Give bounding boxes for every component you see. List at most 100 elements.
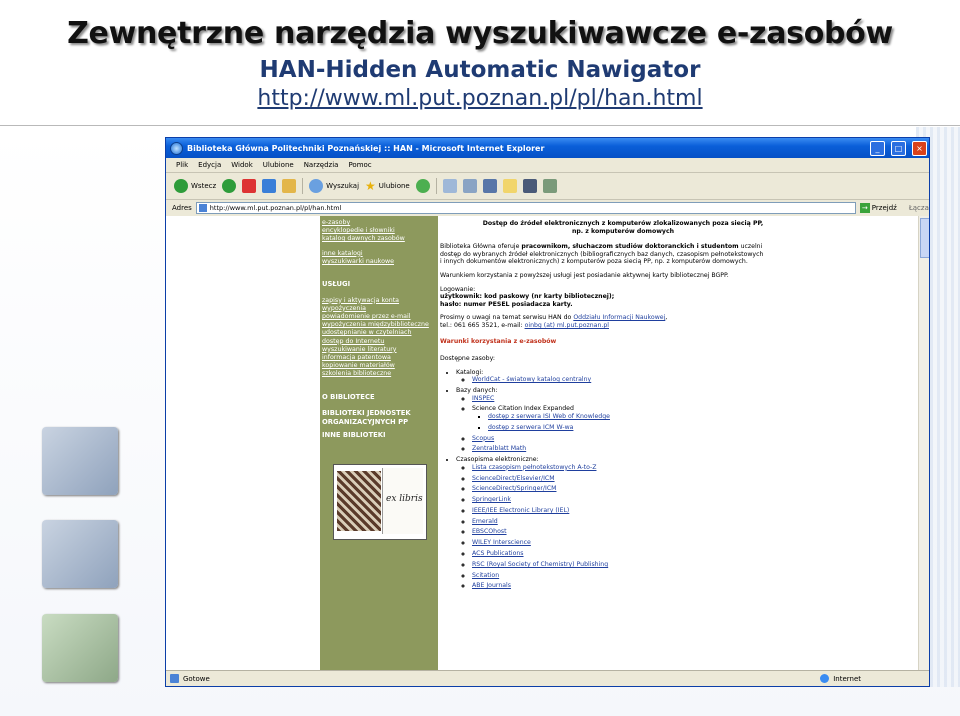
journal-link[interactable]: SpringerLink [472,496,511,503]
inspec-link[interactable]: INSPEC [472,395,494,402]
sidebar-link[interactable]: katalog dawnych zasobów [320,235,438,243]
status-bar: Gotowe Internet [166,670,929,686]
exlibris-text: ex libris [386,494,423,504]
journal-link[interactable]: EBSCOhost [472,528,507,535]
slide-subtitle: HAN-Hidden Automatic Nawigator [259,57,701,83]
page-status-icon [170,674,179,683]
links-button[interactable]: Łącza [909,204,929,212]
slide-title: Zewnętrzne narzędzia wyszukiwawcze e-zas… [67,16,893,51]
favorites-label: Ulubione [378,182,410,190]
sidebar-link[interactable]: udostępnianie w czytelniach [320,329,438,337]
scrollbar-thumb[interactable] [920,218,929,258]
databases-label: Bazy danych: [456,387,498,395]
search-label: Wyszukaj [326,182,360,190]
list-item: Lista czasopism pełnotekstowych A-to-Z [472,464,766,472]
sidebar-header-biblioteki-jednostek[interactable]: BIBLIOTEKI JEDNOSTEK ORGANIZACYJNYCH PP [320,409,432,426]
window-title: Biblioteka Główna Politechniki Poznański… [187,143,545,153]
list-item: INSPEC [472,395,766,403]
sidebar-link[interactable]: powiadomienie przez e-mail [320,313,438,321]
journal-link[interactable]: WILEY Interscience [472,539,531,546]
messenger-icon[interactable] [542,179,557,193]
browser-titlebar: Biblioteka Główna Politechniki Poznański… [166,138,929,158]
journal-link[interactable]: Lista czasopism pełnotekstowych A-to-Z [472,464,596,471]
menu-widok[interactable]: Widok [231,161,253,169]
list-item: Scopus [472,435,766,443]
terms-paragraph: Warunki korzystania z e-zasobów [440,338,766,346]
sidebar-link[interactable]: wyszukiwarki naukowe [320,258,438,266]
address-label: Adres [172,204,192,212]
list-item: dostęp z serwera ISI Web of Knowledge [488,413,766,421]
list-item: Zentralblatt Math [472,445,766,453]
decorative-tile [42,614,118,682]
contact-email-link[interactable]: oinbg (at) ml.put.poznan.pl [525,322,609,329]
sidebar-header-inne-biblioteki[interactable]: INNE BIBLIOTEKI [320,431,438,440]
sci-isi-link[interactable]: dostęp z serwera ISI Web of Knowledge [488,413,610,420]
zentralblatt-link[interactable]: Zentralblatt Math [472,445,526,452]
sidebar-link[interactable]: dostęp do Internetu [320,338,438,346]
favorites-button[interactable]: ★ Ulubione [365,179,410,193]
menu-edycja[interactable]: Edycja [198,161,221,169]
sidebar-link[interactable]: wypożyczenia międzybiblioteczne [320,321,438,329]
search-button[interactable]: Wyszukaj [309,179,359,193]
journal-link[interactable]: Scitation [472,572,499,579]
sidebar-link[interactable]: zapisy i aktywacja konta [320,297,438,305]
login-label: Logowanie: [440,285,476,293]
journal-link[interactable]: ScienceDirect/Springer/ICM [472,485,556,492]
sidebar-link[interactable]: e-zasoby [320,219,438,227]
sidebar-link[interactable]: wypożyczenia [320,305,438,313]
journal-link[interactable]: RSC (Royal Society of Chemistry) Publish… [472,561,608,568]
journal-link[interactable]: Emerald [472,518,498,525]
slide-url[interactable]: http://www.ml.put.poznan.pl/pl/han.html [0,86,960,111]
home-icon[interactable] [282,179,297,193]
sidebar-link[interactable]: inne katalogi [320,250,438,258]
list-item: ABE Journals [472,582,766,590]
menu-ulubione[interactable]: Ulubione [263,161,294,169]
contact-link[interactable]: Oddziału Informacji Naukowej [573,314,665,321]
sci-icm-link[interactable]: dostęp z serwera ICM W-wa [488,424,573,431]
history-icon[interactable] [415,179,430,193]
scopus-link[interactable]: Scopus [472,435,494,442]
search-icon [309,179,324,193]
journal-link[interactable]: ACS Publications [472,550,524,557]
minimize-button[interactable]: _ [870,140,885,156]
menu-narzedzia[interactable]: Narzędzia [304,161,339,169]
contact-text: Prosimy o uwagi na temat serwisu HAN do [440,314,574,322]
page-viewport: e-zasoby encyklopedie i słowniki katalog… [166,216,929,672]
sidebar-header-o-bibliotece[interactable]: O BIBLIOTECE [320,393,438,402]
list-item: RSC (Royal Society of Chemistry) Publish… [472,561,766,569]
forward-button[interactable] [222,179,237,193]
go-arrow-icon: → [859,203,870,213]
sidebar-link[interactable]: informacja patentowa [320,354,438,362]
print-icon[interactable] [462,179,477,193]
sidebar-link[interactable]: wyszukiwanie literatury [320,346,438,354]
menu-pomoc[interactable]: Pomoc [348,161,371,169]
vertical-scrollbar[interactable] [918,216,929,672]
journal-link[interactable]: IEEE/IEE Electronic Library (IEL) [472,507,569,514]
worldcat-link[interactable]: WorldCat - światowy katalog centralny [472,376,591,383]
maximize-button[interactable]: □ [891,140,906,156]
exlibris-pattern [337,471,381,531]
decorative-tile [42,520,118,588]
menu-plik[interactable]: Plik [176,161,188,169]
refresh-icon[interactable] [262,179,277,193]
address-input[interactable]: http://www.ml.put.poznan.pl/pl/han.html [195,202,856,214]
folder-icon[interactable] [502,179,517,193]
close-button[interactable]: × [912,140,927,156]
sci-label: Science Citation Index Expanded [472,405,574,413]
stop-icon[interactable] [242,179,257,193]
mail-icon[interactable] [442,179,457,193]
login-pass: hasło: numer PESEL posiadacza karty. [440,300,573,308]
research-icon[interactable] [522,179,537,193]
journal-link[interactable]: ScienceDirect/Elsevier/ICM [472,475,555,482]
title-divider [0,125,960,126]
edit-icon[interactable] [482,179,497,193]
sidebar-header-uslugi[interactable]: USŁUGI [320,280,438,289]
sidebar-link[interactable]: kopiowanie materiałów [320,362,438,370]
intro-bold: pracownikom, słuchaczom studiów doktoran… [521,243,739,251]
journal-link[interactable]: ABE Journals [472,582,511,589]
terms-link[interactable]: Warunki korzystania z e-zasobów [440,338,556,345]
go-button[interactable]: → Przejdź [859,203,897,213]
back-button[interactable]: Wstecz [174,179,216,193]
sidebar-link[interactable]: szkolenia biblioteczne [320,370,438,378]
list-item: ACS Publications [472,550,766,558]
